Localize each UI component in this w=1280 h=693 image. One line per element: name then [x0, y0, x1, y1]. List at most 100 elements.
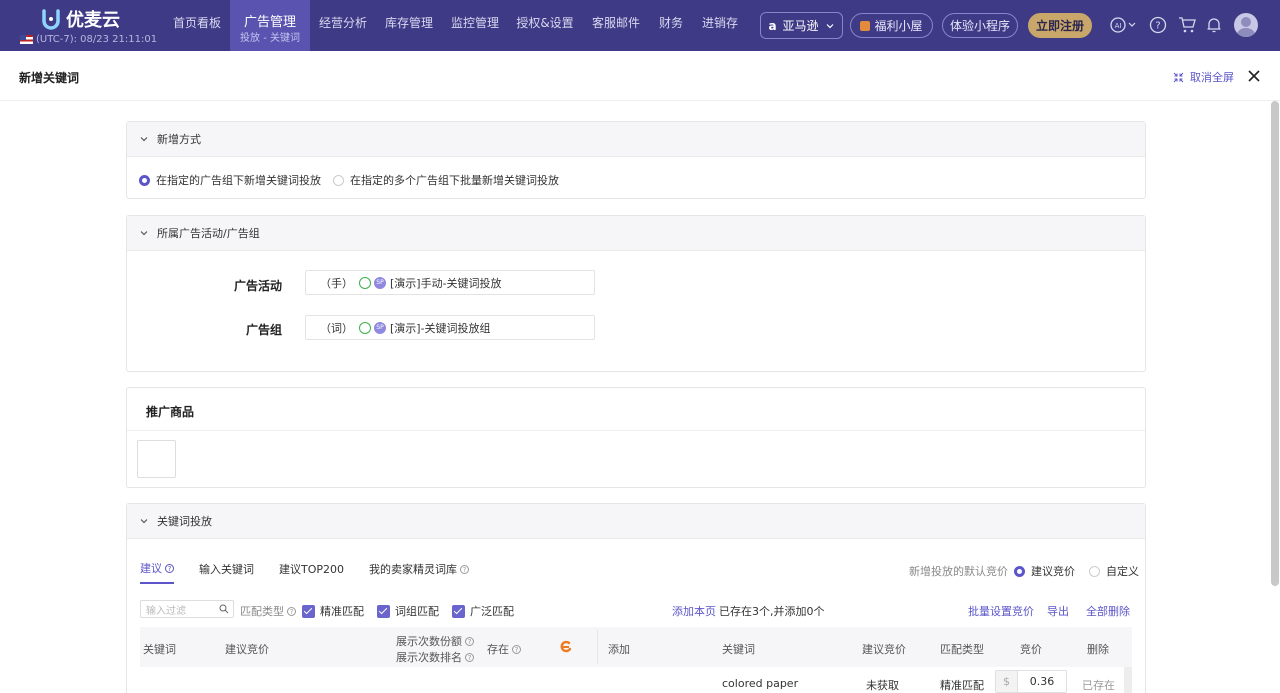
campaign-field[interactable]: （手） SP [演示]手动-关键词投放	[305, 270, 595, 295]
method-single-radio[interactable]	[139, 174, 150, 186]
table-scrollbar[interactable]	[1124, 667, 1132, 693]
currency-symbol: $	[996, 671, 1018, 692]
chevron-down-icon	[140, 519, 148, 524]
filter-placeholder: 输入过滤	[146, 605, 186, 617]
miniapp-button[interactable]: 体验小程序	[942, 13, 1018, 38]
user-avatar[interactable]	[1234, 13, 1258, 37]
search-icon[interactable]	[219, 604, 229, 614]
method-batch-radio[interactable]	[333, 174, 344, 186]
match-broad-label[interactable]: 广泛匹配	[470, 603, 514, 619]
cart-icon[interactable]	[1177, 15, 1197, 35]
row-keyword: colored paper	[722, 677, 799, 690]
nav-ads-management[interactable]: 广告管理 投放 - 关键词	[230, 0, 310, 51]
tab-top200[interactable]: 建议TOP200	[279, 560, 344, 584]
export-button[interactable]: 导出	[1047, 603, 1069, 619]
col-suggested-bid: 建议竞价	[225, 643, 269, 656]
help-icon: ?	[460, 564, 470, 574]
nav-ads-label: 广告管理	[243, 15, 296, 30]
add-method-section: 新增方式 在指定的广告组下新增关键词投放 在指定的多个广告组下批量新增关键词投放	[126, 121, 1146, 199]
column-divider	[597, 630, 598, 664]
keyword-filter-input[interactable]: 输入过滤	[140, 600, 234, 618]
col-impression-rank-label: 展示次数排名	[396, 651, 462, 664]
match-type-label: 匹配类型	[240, 605, 284, 618]
match-phrase-label[interactable]: 词组匹配	[395, 603, 439, 619]
add-keyword-drawer: 新增关键词 取消全屏 新增方式 在指定的广告组下新增关键词投放 在指定的多个广告…	[0, 51, 1280, 693]
app-logo[interactable]: 优麦云	[40, 6, 120, 32]
match-exact-checkbox[interactable]	[302, 604, 315, 618]
match-phrase-checkbox[interactable]	[377, 604, 390, 618]
nav-customer-mail[interactable]: 客服邮件	[586, 0, 646, 51]
campaign-value: [演示]手动-关键词投放	[390, 276, 502, 290]
marketplace-label: 亚马逊	[782, 19, 819, 33]
add-method-title: 新增方式	[157, 133, 201, 146]
nav-monitoring[interactable]: 监控管理	[446, 0, 504, 51]
chevron-down-icon	[826, 23, 833, 28]
campaign-adgroup-header[interactable]: 所属广告活动/广告组	[127, 216, 1145, 251]
sp-badge-icon: SP	[374, 321, 386, 334]
col-right-keyword: 关键词	[722, 643, 755, 656]
tab-input-keywords[interactable]: 输入关键词	[199, 560, 254, 584]
col-impression-rank: 展示次数排名?	[396, 649, 474, 665]
bid-custom-radio[interactable]	[1089, 565, 1100, 577]
product-thumbnail[interactable]	[137, 440, 176, 478]
nav-business-analysis[interactable]: 经营分析	[314, 0, 372, 51]
welfare-button[interactable]: 福利小屋	[850, 13, 933, 38]
col-right-delete: 删除	[1087, 643, 1109, 656]
row-bid-input[interactable]: $ 0.36	[995, 670, 1067, 693]
col-right-bid: 竞价	[1020, 643, 1042, 656]
exit-fullscreen-button[interactable]: 取消全屏	[1173, 69, 1234, 85]
batch-bid-button[interactable]: 批量设置竞价	[968, 603, 1034, 619]
adgroup-field[interactable]: （词） SP [演示]-关键词投放组	[305, 315, 595, 340]
register-button[interactable]: 立即注册	[1028, 13, 1092, 38]
drawer-scrollbar[interactable]	[1271, 101, 1279, 586]
welfare-label: 福利小屋	[874, 19, 923, 33]
match-exact-label[interactable]: 精准匹配	[320, 603, 364, 619]
adgroup-prefix: （词）	[320, 321, 353, 335]
row-status: 已存在	[1082, 679, 1115, 692]
adgroup-value: [演示]-关键词投放组	[390, 321, 491, 335]
col-keyword: 关键词	[143, 643, 176, 656]
nav-dashboard[interactable]: 首页看板	[166, 0, 228, 51]
col-exists-label: 存在	[487, 643, 509, 656]
campaign-prefix: （手）	[320, 276, 353, 290]
col-right-suggested-bid: 建议竞价	[862, 643, 906, 656]
marketplace-select[interactable]: a 亚马逊	[760, 12, 843, 39]
top-nav-bar: 优麦云 (UTC-7): 08/23 21:11:01 首页看板 广告管理 投放…	[0, 0, 1280, 51]
ai-assistant-icon[interactable]: AI	[1108, 15, 1138, 35]
help-icon[interactable]: ?	[1148, 15, 1168, 35]
col-add: 添加	[608, 643, 630, 656]
add-page-button[interactable]: 添加本页	[672, 603, 716, 619]
row-match-type: 精准匹配	[940, 679, 984, 692]
drawer-header: 新增关键词 取消全屏	[0, 51, 1280, 101]
method-batch-label[interactable]: 在指定的多个广告组下批量新增关键词投放	[350, 172, 559, 188]
help-icon: ?	[287, 606, 296, 616]
tab-seller-sprite[interactable]: 我的卖家精灵词库?	[369, 560, 470, 584]
bid-suggested-radio[interactable]	[1014, 565, 1025, 577]
tab-suggested-label: 建议	[140, 562, 162, 575]
nav-inventory[interactable]: 库存管理	[380, 0, 438, 51]
chevron-down-icon	[140, 231, 148, 236]
keyword-targeting-title: 关键词投放	[157, 515, 212, 528]
help-icon: ?	[465, 636, 474, 646]
bid-custom-label[interactable]: 自定义	[1106, 563, 1139, 579]
nav-finance[interactable]: 财务	[654, 0, 688, 51]
sp-badge-icon: SP	[374, 276, 386, 289]
method-single-label[interactable]: 在指定的广告组下新增关键词投放	[156, 172, 321, 188]
default-bid-setting: 新增投放的默认竞价 建议竞价 自定义	[909, 563, 1139, 579]
close-icon[interactable]	[1247, 69, 1261, 83]
add-method-header[interactable]: 新增方式	[127, 122, 1145, 157]
bell-icon[interactable]	[1204, 15, 1224, 35]
exit-fullscreen-label: 取消全屏	[1190, 71, 1234, 84]
col-right-match-type: 匹配类型	[940, 643, 984, 656]
gift-icon	[860, 20, 871, 31]
nav-purchase-sales[interactable]: 进销存	[697, 0, 743, 51]
keyword-targeting-header[interactable]: 关键词投放	[127, 504, 1145, 539]
delete-all-button[interactable]: 全部删除	[1086, 603, 1130, 619]
bid-suggested-label[interactable]: 建议竞价	[1031, 563, 1075, 579]
timezone-text: (UTC-7): 08/23 21:11:01	[36, 34, 158, 45]
tab-suggested[interactable]: 建议?	[140, 560, 174, 584]
match-broad-checkbox[interactable]	[452, 604, 465, 618]
col-impression-share-label: 展示次数份额	[396, 635, 462, 648]
nav-auth-settings[interactable]: 授权&设置	[512, 0, 578, 51]
drawer-title: 新增关键词	[19, 71, 80, 85]
